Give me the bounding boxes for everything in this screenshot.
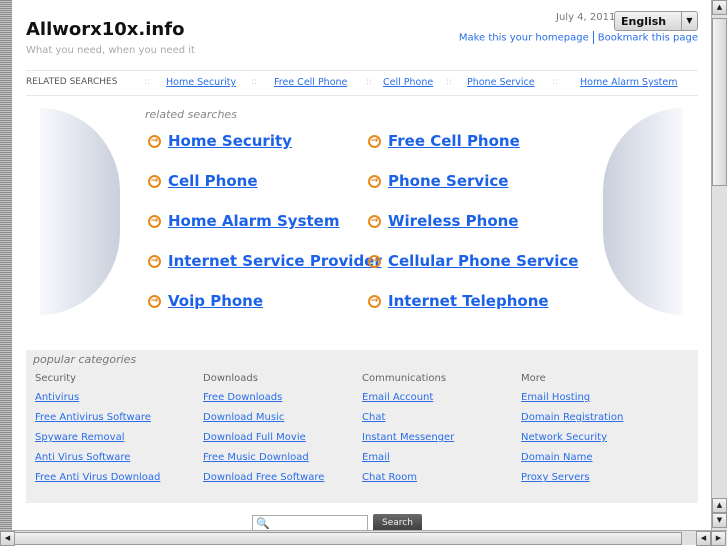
popular-heading: popular categories <box>33 353 137 366</box>
arrow-right-icon: → <box>148 215 161 228</box>
arrow-right-icon: → <box>148 255 161 268</box>
date: July 4, 2011 <box>556 12 616 23</box>
category-title: Security <box>35 373 77 384</box>
chevron-down-icon: ▼ <box>681 12 697 30</box>
scroll-left-button[interactable]: ◀ <box>0 531 15 546</box>
related-link[interactable]: → Internet Telephone <box>368 292 549 310</box>
site-tagline: What you need, when you need it <box>26 45 195 56</box>
top-link[interactable]: Home Alarm System <box>580 77 677 88</box>
separator: :: <box>251 77 258 87</box>
decorative-crescent <box>40 108 120 315</box>
scroll-left-button[interactable]: ◀ <box>696 531 711 546</box>
top-link[interactable]: Home Security <box>166 77 236 88</box>
top-link[interactable]: Free Cell Phone <box>274 77 347 88</box>
vertical-scrollbar[interactable]: ▲ ▲ ▼ <box>711 0 727 530</box>
scroll-right-button[interactable]: ▶ <box>711 531 726 546</box>
scroll-up-button[interactable]: ▲ <box>712 498 727 513</box>
category-link[interactable]: Antivirus <box>35 392 79 403</box>
category-link[interactable]: Free Antivirus Software <box>35 412 151 423</box>
separator: :: <box>366 77 373 87</box>
related-link[interactable]: → Cell Phone <box>148 172 258 190</box>
category-link[interactable]: Network Security <box>521 432 607 443</box>
arrow-right-icon: → <box>148 295 161 308</box>
arrow-right-icon: → <box>148 135 161 148</box>
category-link[interactable]: Email Account <box>362 392 433 403</box>
site-title: Allworx10x.info <box>26 19 185 40</box>
language-value: English <box>621 15 667 28</box>
category-title: Downloads <box>203 373 258 384</box>
divider <box>26 95 698 96</box>
related-link[interactable]: → Cellular Phone Service <box>368 252 578 270</box>
arrow-right-icon: → <box>148 175 161 188</box>
related-searches-bar: RELATED SEARCHES :: Home Security :: Fre… <box>26 77 698 88</box>
category-link[interactable]: Domain Registration <box>521 412 623 423</box>
related-link[interactable]: → Home Security <box>148 132 292 150</box>
arrow-right-icon: → <box>368 295 381 308</box>
category-link[interactable]: Spyware Removal <box>35 432 124 443</box>
separator: :: <box>552 77 559 87</box>
category-link[interactable]: Download Free Software <box>203 472 324 483</box>
category-link[interactable]: Chat Room <box>362 472 417 483</box>
arrow-right-icon: → <box>368 215 381 228</box>
scroll-thumb[interactable] <box>14 532 682 545</box>
category-link[interactable]: Email <box>362 452 390 463</box>
related-heading: related searches <box>145 108 237 121</box>
category-link[interactable]: Download Full Movie <box>203 432 306 443</box>
related-link-label: Voip Phone <box>168 292 264 310</box>
related-link-label: Phone Service <box>388 172 509 190</box>
related-link-label: Internet Telephone <box>388 292 549 310</box>
language-select[interactable]: English ▼ <box>614 11 698 31</box>
related-link[interactable]: → Internet Service Provider <box>148 252 382 270</box>
related-link[interactable]: → Free Cell Phone <box>368 132 520 150</box>
category-link[interactable]: Chat <box>362 412 385 423</box>
related-link[interactable]: → Voip Phone <box>148 292 263 310</box>
related-link-label: Free Cell Phone <box>388 132 520 150</box>
arrow-right-icon: → <box>368 255 381 268</box>
related-searches-label: RELATED SEARCHES <box>26 77 118 87</box>
search-icon: 🔍 <box>256 517 270 530</box>
scroll-up-button[interactable]: ▲ <box>712 0 727 15</box>
separator: :: <box>144 77 151 87</box>
related-link-label: Home Alarm System <box>168 212 340 230</box>
related-link[interactable]: → Home Alarm System <box>148 212 340 230</box>
header-links: Make this your homepage Bookmark this pag… <box>459 31 698 44</box>
bookmark-link[interactable]: Bookmark this page <box>598 33 698 44</box>
arrow-right-icon: → <box>368 135 381 148</box>
make-homepage-link[interactable]: Make this your homepage <box>459 33 589 44</box>
category-link[interactable]: Download Music <box>203 412 284 423</box>
related-link-label: Home Security <box>168 132 292 150</box>
arrow-right-icon: → <box>368 175 381 188</box>
related-link-label: Internet Service Provider <box>168 252 382 270</box>
category-link[interactable]: Proxy Servers <box>521 472 590 483</box>
category-link[interactable]: Free Music Download <box>203 452 309 463</box>
category-title: Communications <box>362 373 447 384</box>
scroll-thumb[interactable] <box>712 18 727 186</box>
category-link[interactable]: Anti Virus Software <box>35 452 130 463</box>
horizontal-scrollbar[interactable]: ◀ ◀ ▶ <box>0 530 727 546</box>
scroll-down-button[interactable]: ▼ <box>712 513 727 528</box>
category-link[interactable]: Free Anti Virus Download <box>35 472 160 483</box>
divider <box>26 70 698 71</box>
category-link[interactable]: Instant Messenger <box>362 432 454 443</box>
divider <box>592 31 594 44</box>
top-link[interactable]: Phone Service <box>467 77 535 88</box>
related-link[interactable]: → Phone Service <box>368 172 508 190</box>
related-link-label: Wireless Phone <box>388 212 519 230</box>
window-edge <box>0 0 12 530</box>
category-link[interactable]: Domain Name <box>521 452 592 463</box>
separator: :: <box>446 77 453 87</box>
related-link[interactable]: → Wireless Phone <box>368 212 518 230</box>
category-title: More <box>521 373 546 384</box>
category-link[interactable]: Email Hosting <box>521 392 590 403</box>
related-link-label: Cellular Phone Service <box>388 252 579 270</box>
related-link-label: Cell Phone <box>168 172 258 190</box>
category-link[interactable]: Free Downloads <box>203 392 282 403</box>
top-link[interactable]: Cell Phone <box>383 77 433 88</box>
decorative-crescent <box>603 108 683 315</box>
